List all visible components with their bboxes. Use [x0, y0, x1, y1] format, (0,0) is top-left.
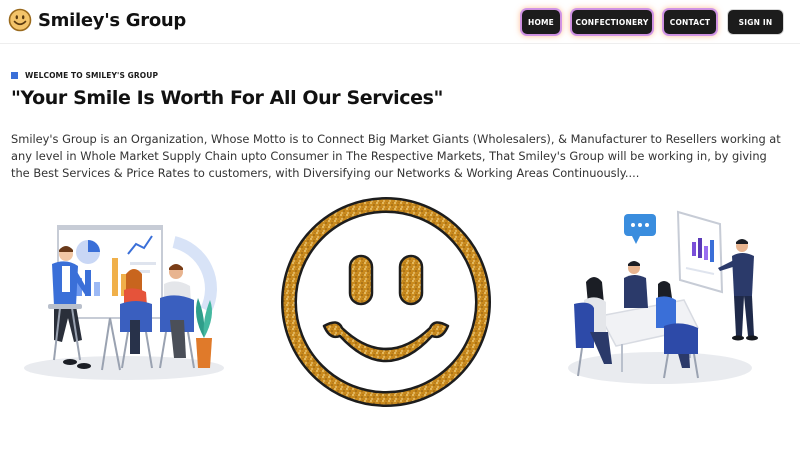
- intro-paragraph: Smiley's Group is an Organization, Whose…: [11, 132, 781, 180]
- welcome-kicker: WELCOME TO SMILEY'S GROUP: [11, 71, 158, 80]
- glitter-smiley-face: [281, 197, 491, 407]
- main-nav: HOME CONFECTIONERY CONTACT SIGN IN: [0, 10, 800, 34]
- kicker-text: WELCOME TO SMILEY'S GROUP: [25, 71, 159, 80]
- team-meeting-illustration: [568, 210, 758, 384]
- nav-contact-button[interactable]: CONTACT: [664, 10, 716, 34]
- nav-confectionery-button[interactable]: CONFECTIONERY: [572, 10, 652, 34]
- nav-home-button[interactable]: HOME: [522, 10, 560, 34]
- page-title: "Your Smile Is Worth For All Our Service…: [11, 87, 444, 109]
- nav-sign-in-button[interactable]: SIGN IN: [728, 10, 783, 34]
- site-header: Smiley's Group HOME CONFECTIONERY CONTAC…: [0, 0, 800, 44]
- kicker-square-icon: [11, 72, 18, 79]
- business-presentation-illustration: [24, 225, 224, 380]
